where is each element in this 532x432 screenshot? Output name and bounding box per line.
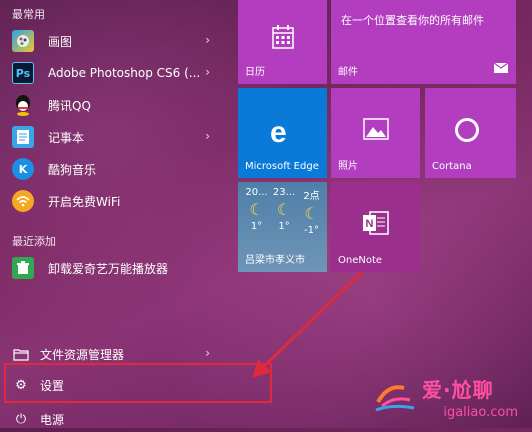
- annotation-arrow: [252, 270, 364, 378]
- watermark-url: igaliao.com: [443, 405, 518, 420]
- watermark: 爱·尬聊 igaliao.com: [374, 374, 518, 420]
- watermark-brand: 爱·尬聊: [422, 378, 494, 402]
- watermark-logo-icon: [374, 378, 418, 418]
